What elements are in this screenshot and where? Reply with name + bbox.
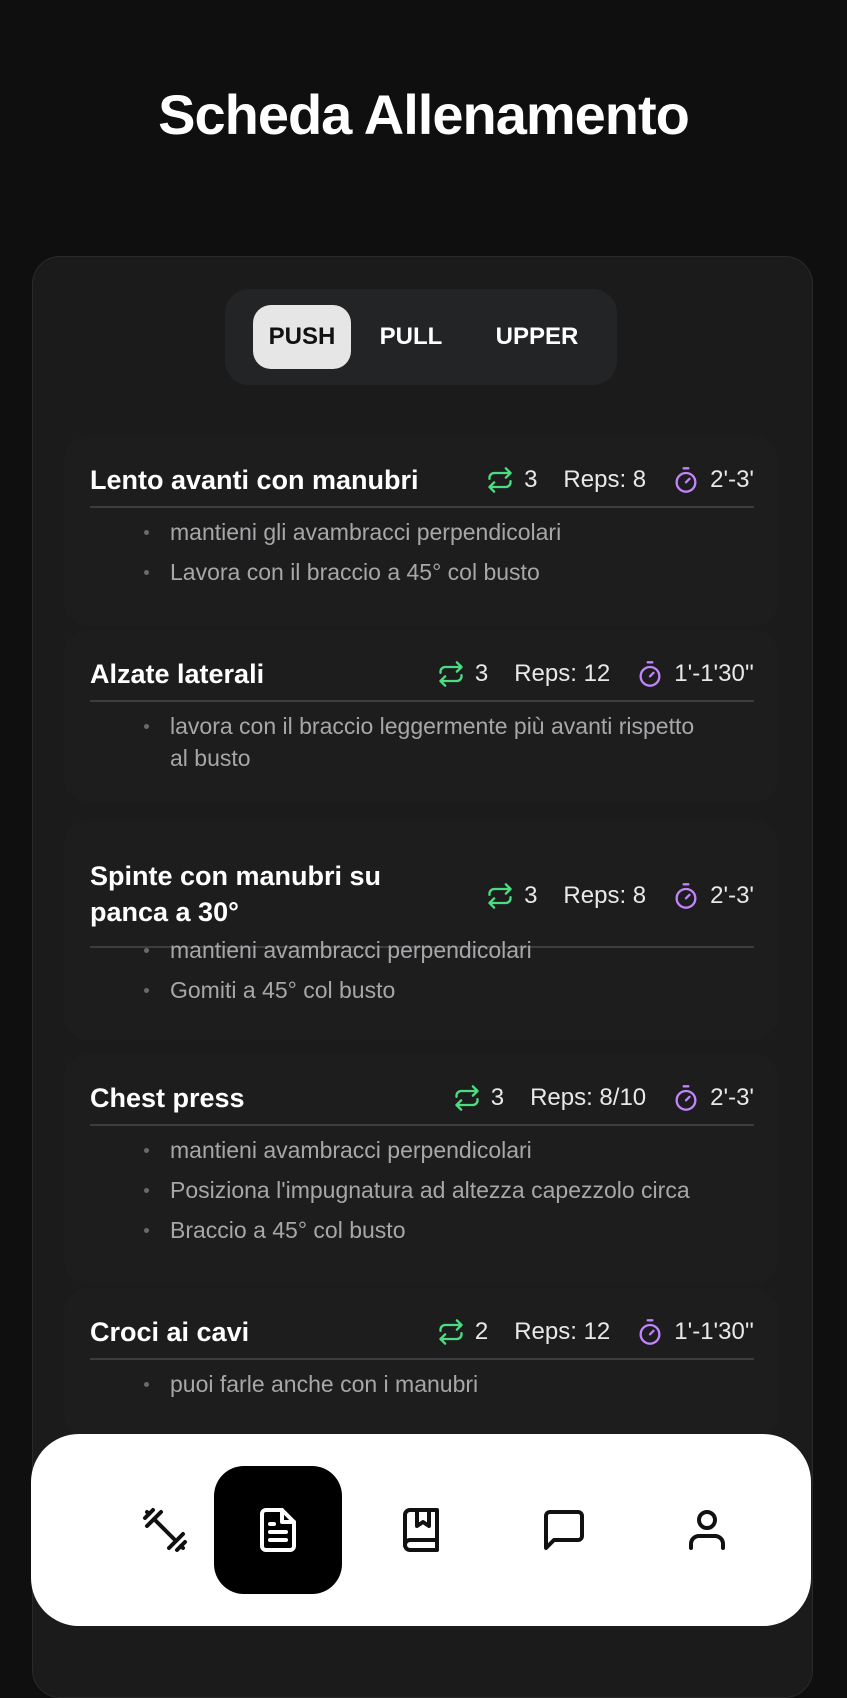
- exercise-name: Spinte con manubri su panca a 30°: [90, 861, 382, 927]
- exercise-name: Chest press: [90, 1083, 245, 1113]
- exercise-card: Lento avanti con manubri 3 Reps: 8 2'-3'…: [64, 436, 778, 626]
- bookmark-book-icon: [403, 1508, 439, 1552]
- stopwatch-icon: [675, 883, 697, 909]
- exercise-name: Alzate laterali: [90, 659, 265, 689]
- note-item: mantieni avambracci perpendicolari: [144, 1134, 784, 1166]
- nav-item-profile[interactable]: [643, 1466, 771, 1594]
- exercise-card: Alzate laterali 3 Reps: 12 1'-1'30'' lav…: [64, 630, 778, 802]
- note-item: mantieni avambracci perpendicolari: [144, 934, 744, 966]
- tab-upper[interactable]: UPPER: [485, 305, 589, 369]
- exercise-notes: mantieni avambracci perpendicolari Posiz…: [144, 1134, 784, 1254]
- tab-push[interactable]: PUSH: [253, 305, 351, 369]
- chat-icon: [544, 1510, 584, 1550]
- note-item: Posiziona l'impugnatura ad altezza capez…: [144, 1174, 784, 1206]
- note-item: Braccio a 45° col busto: [144, 1214, 784, 1246]
- repeat-icon: [488, 467, 512, 493]
- sets-count: 3: [474, 660, 489, 687]
- reps-count: Reps: 8: [563, 882, 647, 909]
- sets-count: 2: [474, 1318, 489, 1345]
- exercise-meta: 3 Reps: 8/10 2'-3': [453, 1080, 754, 1116]
- exercise-meta: 3 Reps: 8 2'-3': [486, 878, 754, 914]
- bottom-nav: [31, 1434, 811, 1626]
- reps-count: Reps: 12: [514, 660, 611, 687]
- nav-item-chat[interactable]: [500, 1466, 628, 1594]
- nav-item-plan[interactable]: [214, 1466, 342, 1594]
- reps-count: Reps: 8/10: [530, 1084, 647, 1111]
- repeat-icon: [488, 883, 512, 909]
- dumbbell-icon: [143, 1508, 187, 1552]
- exercise-notes: lavora con il braccio leggermente più av…: [144, 710, 704, 782]
- rest-time: 2'-3': [710, 466, 754, 493]
- exercise-name: Croci ai cavi: [90, 1317, 250, 1347]
- nav-item-library[interactable]: [357, 1466, 485, 1594]
- exercise-card: Croci ai cavi 2 Reps: 12 1'-1'30'' puoi …: [64, 1288, 778, 1438]
- stopwatch-icon: [639, 661, 661, 687]
- exercise-name: Lento avanti con manubri: [90, 465, 419, 495]
- exercise-notes: mantieni gli avambracci perpendicolari L…: [144, 516, 744, 596]
- note-item: puoi farle anche con i manubri: [144, 1368, 744, 1400]
- exercise-header: Spinte con manubri su panca a 30° 3 Reps…: [90, 840, 754, 948]
- repeat-icon: [439, 1319, 463, 1345]
- document-icon: [260, 1508, 296, 1552]
- exercise-header: Alzate laterali 3 Reps: 12 1'-1'30'': [90, 650, 754, 702]
- exercise-meta: 2 Reps: 12 1'-1'30'': [437, 1314, 754, 1350]
- rest-time: 2'-3': [710, 882, 754, 909]
- note-item: Gomiti a 45° col busto: [144, 974, 744, 1006]
- exercise-header: Croci ai cavi 2 Reps: 12 1'-1'30'': [90, 1308, 754, 1360]
- reps-count: Reps: 8: [563, 466, 647, 493]
- note-item: lavora con il braccio leggermente più av…: [144, 710, 704, 774]
- exercise-notes: mantieni avambracci perpendicolari Gomit…: [144, 934, 744, 1014]
- exercise-header: Chest press 3 Reps: 8/10 2'-3': [90, 1074, 754, 1126]
- sets-count: 3: [490, 1084, 505, 1111]
- sets-count: 3: [524, 466, 538, 493]
- stopwatch-icon: [675, 1085, 697, 1111]
- exercise-card: Spinte con manubri su panca a 30° 3 Reps…: [64, 820, 778, 1040]
- exercise-meta: 3 Reps: 8 2'-3': [486, 462, 754, 498]
- exercise-card: Chest press 3 Reps: 8/10 2'-3' mantieni …: [64, 1054, 778, 1284]
- exercise-header: Lento avanti con manubri 3 Reps: 8 2'-3': [90, 456, 754, 508]
- reps-count: Reps: 12: [514, 1318, 611, 1345]
- tab-bar: PUSH PULL UPPER: [225, 289, 617, 385]
- repeat-icon: [439, 661, 463, 687]
- rest-time: 1'-1'30'': [674, 660, 754, 687]
- nav-item-workouts[interactable]: [101, 1466, 229, 1594]
- rest-time: 2'-3': [710, 1084, 754, 1111]
- exercise-meta: 3 Reps: 12 1'-1'30'': [437, 656, 754, 692]
- tab-pull[interactable]: PULL: [373, 305, 449, 369]
- note-item: Lavora con il braccio a 45° col busto: [144, 556, 744, 588]
- stopwatch-icon: [639, 1319, 661, 1345]
- page-title: Scheda Allenamento: [158, 83, 690, 146]
- note-item: mantieni gli avambracci perpendicolari: [144, 516, 744, 548]
- sets-count: 3: [524, 882, 538, 909]
- rest-time: 1'-1'30'': [674, 1318, 754, 1345]
- exercise-notes: puoi farle anche con i manubri: [144, 1368, 744, 1408]
- repeat-icon: [455, 1085, 479, 1111]
- stopwatch-icon: [675, 467, 697, 493]
- user-icon: [689, 1510, 725, 1550]
